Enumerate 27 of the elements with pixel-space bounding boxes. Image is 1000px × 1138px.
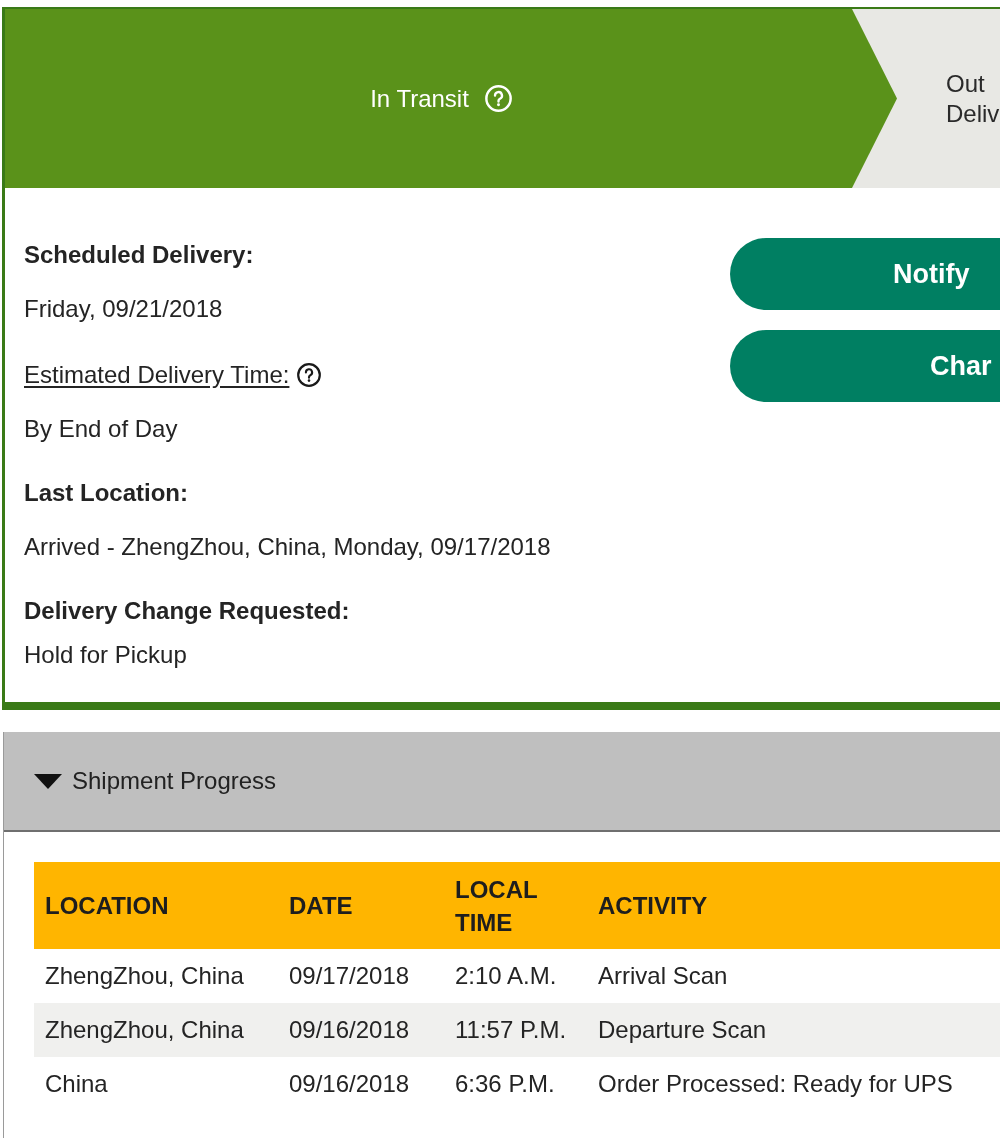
column-header: LOCATION <box>34 862 278 949</box>
column-header: ACTIVITY <box>587 862 1000 949</box>
field-label: Scheduled Delivery: <box>24 240 254 270</box>
table-cell: ZhengZhou, China <box>34 949 278 1003</box>
table-cell: 11:57 P.M. <box>444 1003 587 1057</box>
step-label: In Transit <box>370 83 469 114</box>
step-label: Deliv <box>946 98 1000 129</box>
field-label: Delivery Change Requested: <box>24 596 350 626</box>
table-cell: 09/16/2018 <box>278 1003 444 1057</box>
info-link[interactable]: Estimated Delivery Time: <box>24 360 290 390</box>
table-cell: ZhengZhou, China <box>34 1003 278 1057</box>
table-cell: Departure Scan <box>587 1003 1000 1057</box>
step-label: Out <box>946 68 985 99</box>
table-cell: Arrival Scan <box>587 949 1000 1003</box>
field-label: Last Location: <box>24 478 188 508</box>
field-value: Friday, 09/21/2018 <box>24 294 223 324</box>
table-cell: 2:10 A.M. <box>444 949 587 1003</box>
table-cell: 09/17/2018 <box>278 949 444 1003</box>
help-icon[interactable] <box>297 363 322 387</box>
action-button[interactable]: Notify <box>730 238 1000 310</box>
field-value: Hold for Pickup <box>24 640 187 670</box>
action-button[interactable]: Char <box>730 330 1000 402</box>
field-value: By End of Day <box>24 414 178 444</box>
column-header: DATE <box>278 862 444 949</box>
column-header: LOCAL TIME <box>444 862 587 949</box>
field-value: Arrived - ZhengZhou, China, Monday, 09/17/2018 <box>24 532 551 562</box>
section-toggle[interactable]: Shipment Progress <box>4 732 1000 832</box>
